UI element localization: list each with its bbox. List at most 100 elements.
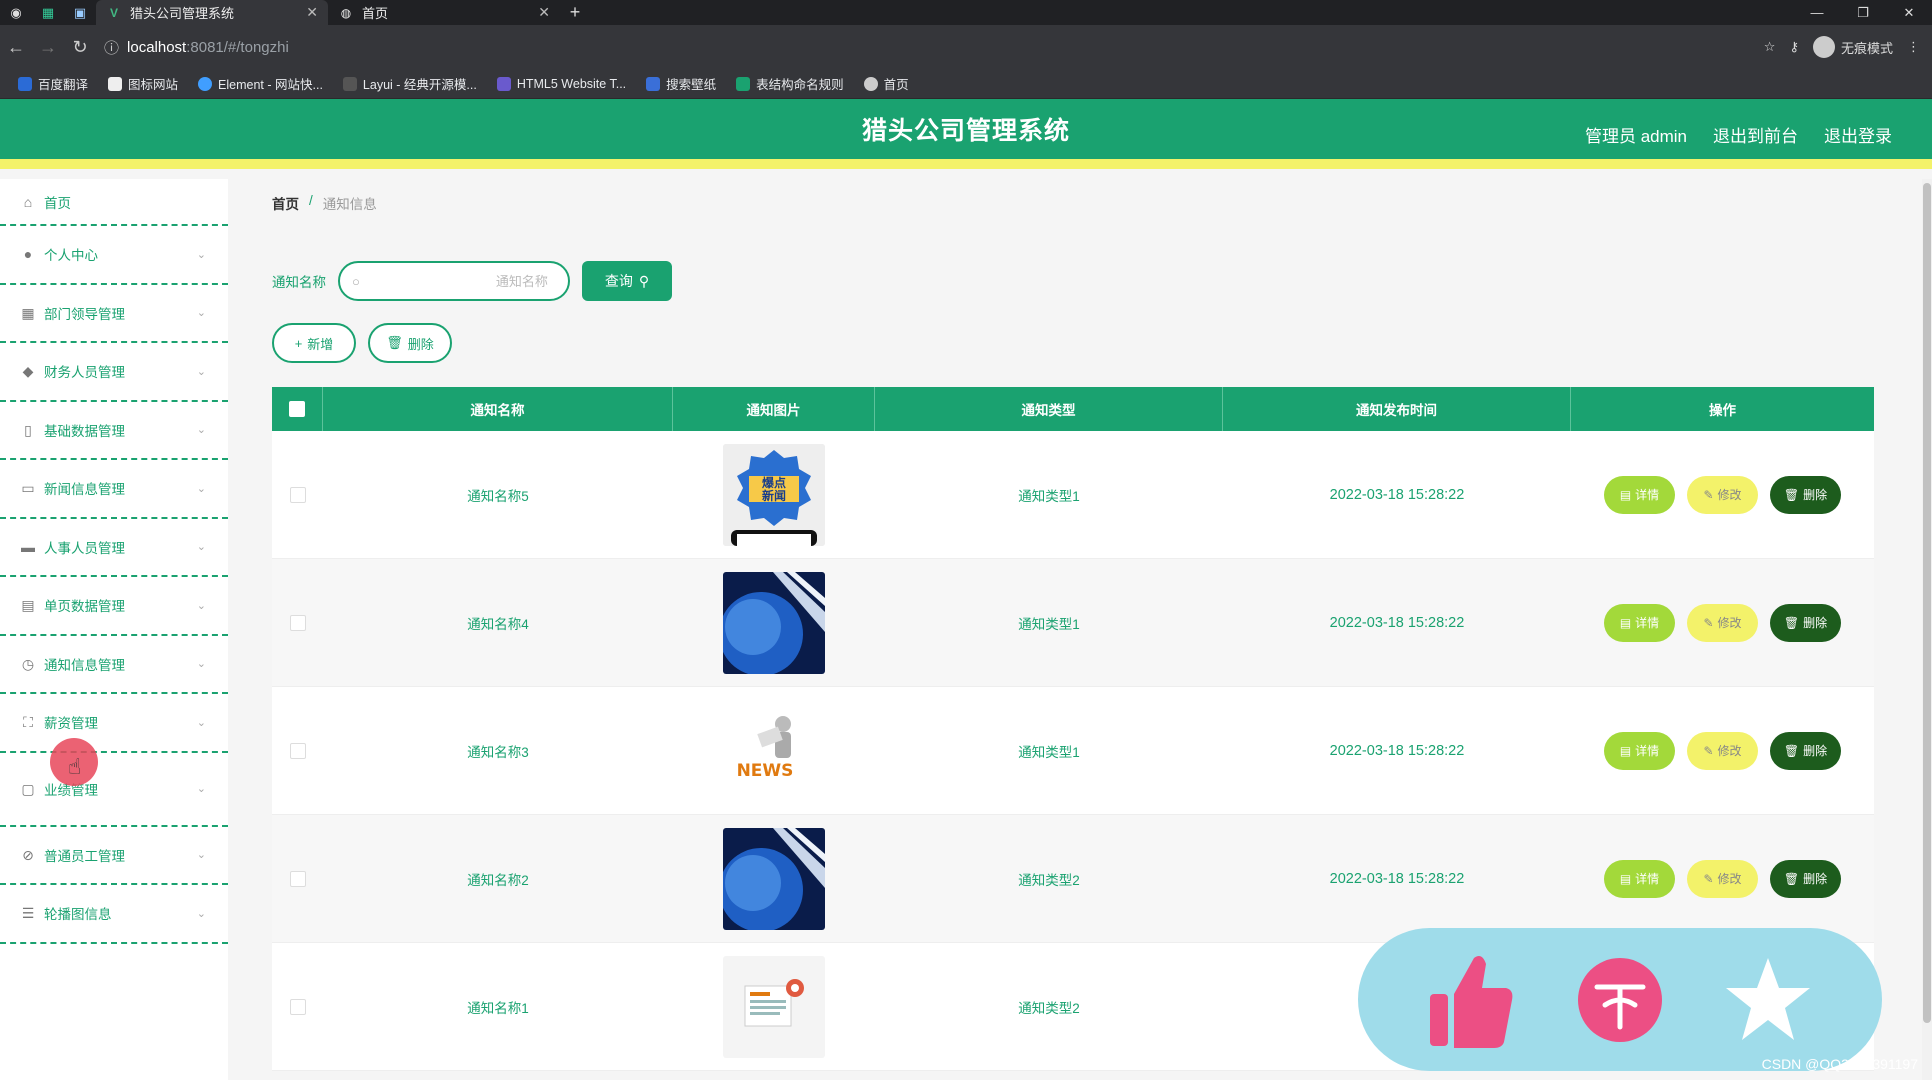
sidebar-item-news[interactable]: ▭ 新闻信息管理 ⌄ [0, 460, 228, 519]
bookmark-item[interactable]: 首页 [856, 74, 917, 93]
info-icon: ⓘ [104, 39, 120, 57]
tab-home[interactable]: ◍ 首页 ✕ [328, 0, 560, 25]
bookmark-item[interactable]: Layui - 经典开源模... [335, 74, 485, 93]
pointer-cursor-icon: ☝ [68, 754, 82, 779]
edit-button[interactable]: ✎ 修改 [1687, 731, 1758, 770]
thumbs-up-icon[interactable] [1428, 955, 1516, 1048]
sidebar-item-home[interactable]: ⌂ 首页 [0, 179, 228, 226]
url-field[interactable]: ⓘ localhost:8081/#/tongzhi [104, 32, 1764, 62]
detail-button[interactable]: ▤ 详情 [1604, 475, 1675, 514]
pinned-tab-icon[interactable]: ▦ [32, 0, 64, 25]
bookmark-item[interactable]: 搜索壁纸 [638, 74, 724, 93]
more-icon[interactable]: ⋮ [1907, 39, 1920, 55]
edit-button[interactable]: ✎ 修改 [1687, 859, 1758, 898]
search-input[interactable] [367, 273, 548, 289]
bookmark-item[interactable]: 表结构命名规则 [728, 74, 852, 93]
restore-icon[interactable]: ❐ [1840, 0, 1886, 25]
select-all-checkbox[interactable] [289, 401, 305, 417]
edit-label: 修改 [1717, 872, 1742, 886]
sidebar-item-hr[interactable]: ▬ 人事人员管理 ⌄ [0, 519, 228, 577]
sidebar-item-base-data[interactable]: ▯ 基础数据管理 ⌄ [0, 402, 228, 460]
sidebar-item-dept-leader[interactable]: ▦ 部门领导管理 ⌄ [0, 285, 228, 343]
coin-icon[interactable] [1576, 956, 1664, 1044]
reload-icon[interactable]: ↻ [64, 37, 96, 58]
frame-icon: ⛶ [23, 714, 33, 731]
logout-link[interactable]: 退出登录 [1824, 122, 1892, 147]
pinned-tab-icon-2[interactable]: ▣ [64, 0, 96, 25]
table-row: 通知名称4 通知类型1 2022-03-18 15:28:22 ▤ 详情 ✎ 修改 … [272, 559, 1874, 687]
chevron-down-icon: ⌄ [196, 248, 206, 261]
incognito-badge[interactable]: 无痕模式 [1812, 36, 1893, 58]
edit-button[interactable]: ✎ 修改 [1687, 475, 1758, 514]
new-tab-button[interactable]: + [560, 2, 590, 23]
incognito-label: 无痕模式 [1840, 40, 1893, 56]
chevron-down-icon: ⌄ [196, 307, 206, 320]
url-path: :8081/#/tongzhi [186, 38, 289, 56]
query-button[interactable]: 查询 ⚲ [582, 261, 672, 301]
sidebar-item-notice[interactable]: ◷ 通知信息管理 ⌄ [0, 636, 228, 694]
sidebar-item-staff[interactable]: ⊘ 普通员工管理 ⌄ [0, 827, 228, 885]
detail-button[interactable]: ▤ 详情 [1604, 859, 1675, 898]
star-favorite-icon[interactable] [1724, 956, 1812, 1044]
bookmark-label: HTML5 Website T... [516, 76, 627, 91]
sidebar-item-label: 部门领导管理 [44, 306, 125, 322]
tab-title: 首页 [362, 6, 389, 21]
thumb-text-baodian: 爆点 [762, 475, 786, 490]
batch-delete-button[interactable]: 🗑 删除 [368, 323, 452, 363]
chrome-icon[interactable]: ◉ [0, 0, 32, 25]
back-icon[interactable]: ← [0, 37, 32, 58]
chat-icon: ▢ [21, 780, 35, 797]
add-button[interactable]: + 新增 [272, 323, 356, 363]
row-checkbox[interactable] [289, 870, 306, 887]
sidebar-item-finance[interactable]: ◆ 财务人员管理 ⌄ [0, 343, 228, 402]
pencil-icon: ✎ [1703, 871, 1714, 886]
app-header: 猎头公司管理系统 管理员 admin 退出到前台 退出登录 [0, 99, 1932, 169]
delete-button[interactable]: 🗑 删除 [1770, 859, 1841, 898]
delete-button[interactable]: 🗑 删除 [1770, 731, 1841, 770]
sidebar-item-salary[interactable]: ⛶ 薪资管理 ⌄ [0, 694, 228, 753]
news-badge-icon: 爆点 新闻 [723, 443, 825, 546]
bookmark-icon [198, 76, 213, 91]
sidebar-item-carousel[interactable]: ☰ 轮播图信息 ⌄ [0, 885, 228, 944]
tab-app[interactable]: V 猎头公司管理系统 ✕ [96, 0, 328, 25]
delete-button[interactable]: 🗑 删除 [1770, 475, 1841, 514]
page-scrollbar[interactable] [1922, 179, 1932, 1080]
header-name[interactable]: 通知名称 [323, 387, 673, 431]
header-time[interactable]: 通知发布时间 [1223, 387, 1571, 431]
delete-button[interactable]: 🗑 删除 [1770, 603, 1841, 642]
star-icon[interactable]: ☆ [1764, 39, 1776, 55]
sidebar-item-label: 单页数据管理 [44, 599, 125, 615]
globe-image-icon [723, 827, 825, 930]
bookmark-item[interactable]: 百度翻译 [10, 74, 96, 93]
breadcrumb-home[interactable]: 首页 [272, 193, 299, 213]
close-tab-icon[interactable]: ✕ [306, 4, 318, 21]
detail-button[interactable]: ▤ 详情 [1604, 731, 1675, 770]
header-type[interactable]: 通知类型 [875, 387, 1223, 431]
menu-icon: ☰ [21, 905, 35, 922]
user-icon: ● [23, 246, 33, 263]
row-checkbox[interactable] [289, 998, 306, 1015]
table-icon: ▤ [21, 597, 35, 614]
clock-icon: ◷ [21, 655, 35, 672]
edit-button[interactable]: ✎ 修改 [1687, 603, 1758, 642]
forward-icon[interactable]: → [32, 37, 64, 58]
row-checkbox[interactable] [289, 742, 306, 759]
close-tab-icon[interactable]: ✕ [538, 4, 550, 21]
sidebar-item-single-page[interactable]: ▤ 单页数据管理 ⌄ [0, 577, 228, 636]
minimize-icon[interactable]: — [1794, 0, 1840, 25]
bookmark-item[interactable]: HTML5 Website T... [489, 76, 634, 91]
scrollbar-thumb[interactable] [1923, 183, 1931, 1023]
close-window-icon[interactable]: ✕ [1886, 0, 1932, 25]
sidebar-item-performance[interactable]: ▢ 业绩管理 ⌄ [0, 753, 228, 827]
cell-type: 通知类型2 [1018, 872, 1080, 888]
row-checkbox[interactable] [289, 486, 306, 503]
to-front-link[interactable]: 退出到前台 [1713, 122, 1798, 147]
bookmark-item[interactable]: 图标网站 [100, 74, 186, 93]
row-checkbox[interactable] [289, 614, 306, 631]
sidebar-item-profile[interactable]: ● 个人中心 ⌄ [0, 226, 228, 285]
detail-button[interactable]: ▤ 详情 [1604, 603, 1675, 642]
bookmark-item[interactable]: Element - 网站快... [190, 74, 331, 93]
key-icon[interactable]: ⚷ [1789, 39, 1799, 55]
search-input-wrap[interactable]: ○ [338, 261, 570, 301]
header-image: 通知图片 [673, 387, 875, 431]
